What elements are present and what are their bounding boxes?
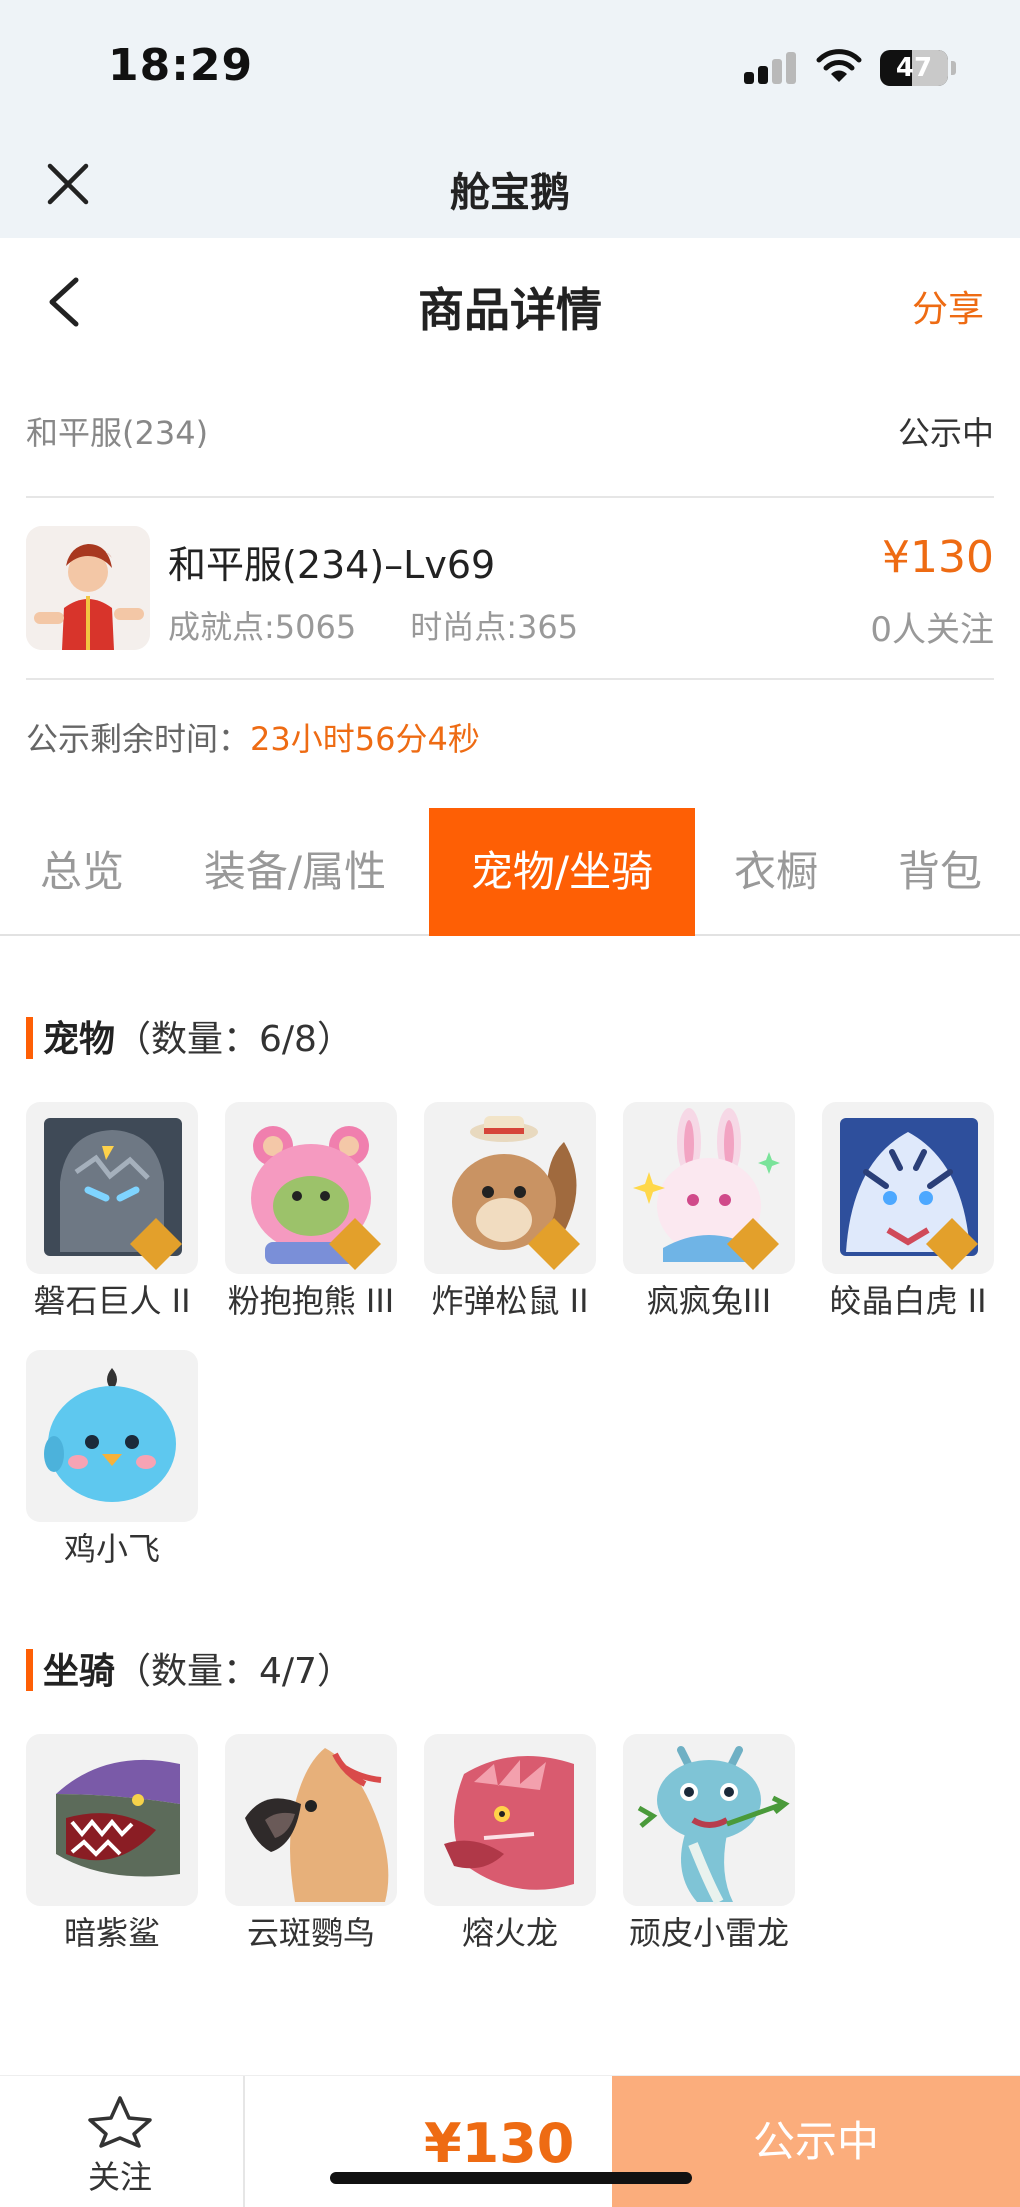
pet-tile-bomb-squirrel[interactable]	[424, 1102, 596, 1274]
pet-name: 鸡小飞	[63, 1530, 160, 1568]
product-name: 和平服(234)–Lv69	[168, 543, 496, 587]
character-avatar	[26, 526, 150, 650]
pet-tile-chick[interactable]	[26, 1350, 198, 1522]
battery-tip	[951, 61, 956, 75]
mounts-count: （数量：4/7）	[115, 1651, 353, 1692]
share-button[interactable]: 分享	[912, 280, 984, 332]
battery-level: 47	[895, 53, 933, 83]
app-bar: 舱宝鹅	[0, 130, 1020, 238]
remaining-label: 公示剩余时间：	[26, 720, 251, 758]
pet-name: 皎晶白虎 II	[829, 1282, 987, 1320]
pet-tile-pink-bear[interactable]	[225, 1102, 397, 1274]
mount-name: 熔火龙	[461, 1914, 558, 1952]
status-time: 18:29	[108, 40, 254, 91]
separator	[243, 2076, 245, 2207]
server-row: 和平服(234) 公示中	[26, 408, 994, 454]
pets-count: （数量：6/8）	[115, 1019, 353, 1060]
bottom-price: ¥130	[424, 2112, 575, 2175]
product-meta: 成就点:5065 时尚点:365	[168, 602, 578, 648]
divider	[26, 678, 994, 680]
mount-tile-cloud-parrot[interactable]	[225, 1734, 397, 1906]
page-title: 商品详情	[418, 283, 602, 337]
tab-equipment[interactable]: 装备/属性	[180, 808, 410, 936]
pet-tile-crazy-rabbit[interactable]	[623, 1102, 795, 1274]
app-title: 舱宝鹅	[450, 170, 570, 216]
tab-bar: 总览 装备/属性 宠物/坐骑 衣橱 背包	[0, 808, 1020, 936]
divider	[26, 496, 994, 498]
remaining-value: 23小时56分4秒	[250, 720, 480, 758]
status-button[interactable]: 公示中	[612, 2076, 1020, 2207]
pet-tile-rock-giant[interactable]	[26, 1102, 198, 1274]
mount-name: 云斑鹦鸟	[246, 1914, 375, 1952]
server-name: 和平服(234)	[26, 414, 209, 452]
status-bar: 18:29 47	[0, 0, 1020, 130]
tab-bag[interactable]: 背包	[878, 808, 1002, 936]
product-price: ¥130	[882, 532, 994, 583]
tab-overview[interactable]: 总览	[0, 808, 164, 936]
tab-wardrobe[interactable]: 衣橱	[716, 808, 836, 936]
pet-name: 磐石巨人 II	[33, 1282, 191, 1320]
remaining-time: 公示剩余时间：23小时56分4秒	[26, 714, 480, 760]
home-indicator[interactable]	[330, 2172, 692, 2184]
section-marker	[26, 1649, 33, 1691]
section-marker	[26, 1017, 33, 1059]
pet-name: 炸弹松鼠 II	[431, 1282, 589, 1320]
pet-name: 粉抱抱熊 III	[227, 1282, 395, 1320]
mounts-section-title: 坐骑（数量：4/7）	[26, 1642, 353, 1694]
server-status: 公示中	[897, 414, 994, 452]
bottom-action-bar: 关注 ¥130 公示中	[0, 2075, 1020, 2207]
mount-tile-dark-shark[interactable]	[26, 1734, 198, 1906]
pets-section-title: 宠物（数量：6/8）	[26, 1010, 353, 1062]
signal-icon	[744, 52, 798, 84]
achievement-points: 成就点:5065	[168, 608, 357, 646]
follower-count: 0人关注	[870, 610, 994, 650]
follow-button[interactable]: 关注	[60, 2094, 180, 2196]
mounts-title: 坐骑	[43, 1651, 116, 1692]
pet-tile-white-tiger[interactable]	[822, 1102, 994, 1274]
mount-name: 暗紫鲨	[63, 1914, 160, 1952]
mount-tile-thunder-dragon[interactable]	[623, 1734, 795, 1906]
pet-name: 疯疯兔III	[646, 1282, 772, 1320]
mount-name: 顽皮小雷龙	[628, 1914, 789, 1952]
battery-icon: 47	[880, 50, 948, 86]
follow-label: 关注	[87, 2158, 152, 2196]
star-icon	[88, 2096, 152, 2148]
nav-bar: 商品详情 分享	[0, 238, 1020, 368]
fashion-points: 时尚点:365	[410, 608, 579, 646]
pets-title: 宠物	[43, 1019, 116, 1060]
mount-tile-lava-dragon[interactable]	[424, 1734, 596, 1906]
wifi-icon	[816, 49, 862, 82]
tab-pets-mounts[interactable]: 宠物/坐骑	[429, 808, 695, 936]
